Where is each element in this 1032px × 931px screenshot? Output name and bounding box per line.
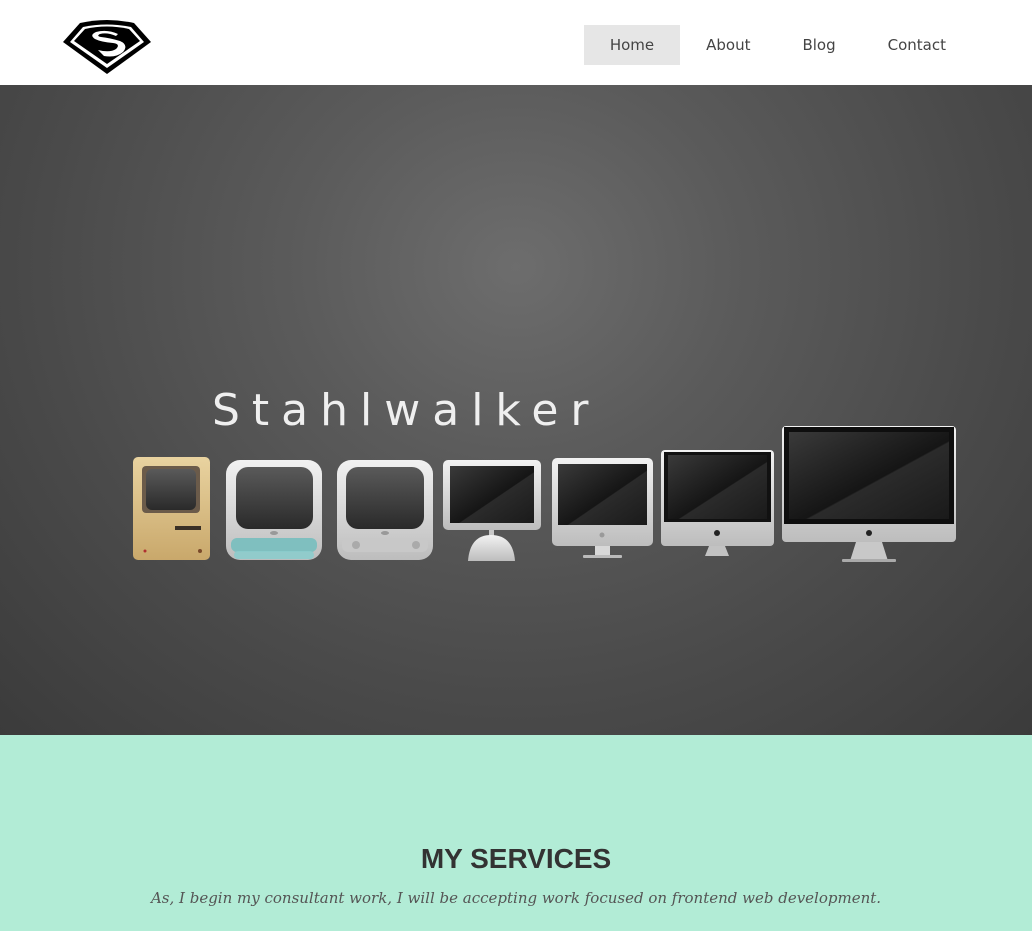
site-header: Home About Blog Contact — [0, 0, 1032, 85]
hero-banner: Stahlwalker — [0, 85, 1032, 735]
services-title: MY SERVICES — [420, 843, 612, 874]
nav-about[interactable]: About — [680, 25, 776, 65]
superman-shield-icon[interactable] — [60, 17, 154, 77]
services-section: MY SERVICES As, I begin my consultant wo… — [0, 735, 1032, 931]
main-nav: Home About Blog Contact — [583, 25, 972, 65]
nav-contact[interactable]: Contact — [862, 25, 972, 65]
nav-home[interactable]: Home — [583, 25, 681, 65]
nav-blog[interactable]: Blog — [776, 25, 861, 65]
services-subtitle: As, I begin my consultant work, I will b… — [150, 889, 882, 907]
mac-evolution-illustration — [133, 426, 956, 562]
